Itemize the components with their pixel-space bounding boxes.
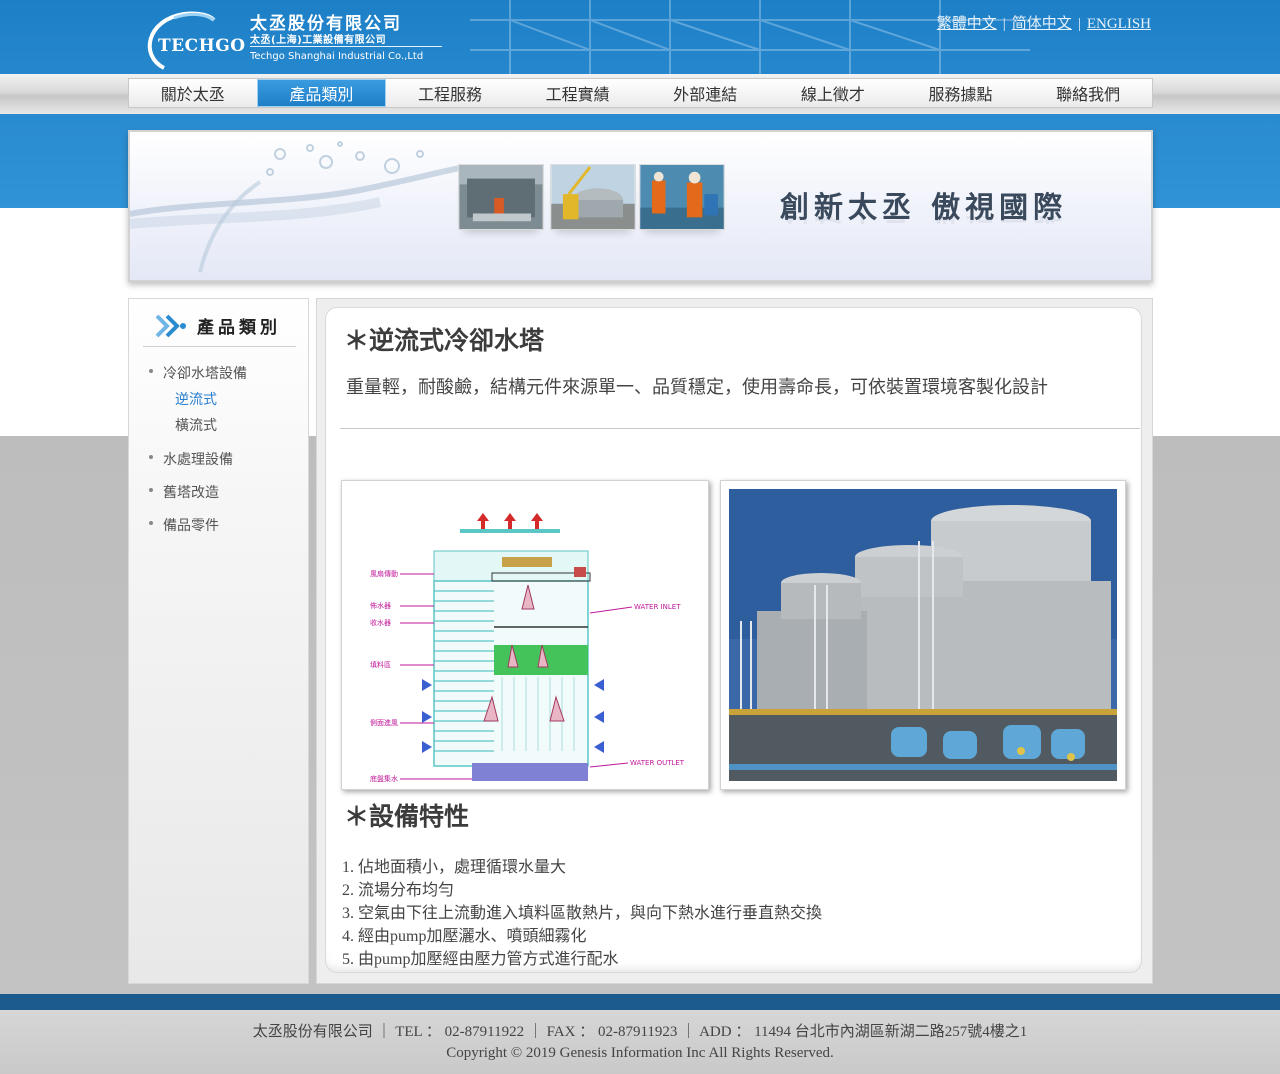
bullet-icon — [149, 521, 153, 525]
bullet-icon — [149, 369, 153, 373]
company-name-en: Techgo Shanghai Industrial Co.,Ltd — [250, 51, 424, 62]
bullet-icon — [149, 488, 153, 492]
lang-traditional-chinese[interactable]: 繁體中文 — [937, 16, 997, 32]
nav-item-engineering-services[interactable]: 工程服務 — [386, 79, 514, 107]
page-title: ＊逆流式冷卻水塔 — [344, 328, 545, 355]
sidebar-title: 產品類別 — [197, 318, 281, 338]
banner-photo-worksite — [458, 164, 544, 230]
product-description: 重量輕，耐酸鹼，結構元件來源單一、品質穩定，使用壽命長，可依裝置環境客製化設計 — [346, 377, 1048, 397]
diagram-label-water-inlet: WATER INLET — [634, 603, 681, 611]
nav-item-about[interactable]: 關於太丞 — [129, 79, 257, 107]
cooling-tower-photo-image — [729, 489, 1117, 781]
company-logo[interactable]: TECHGO 太丞股份有限公司 太丞(上海)工業設備有限公司 Techgo Sh… — [144, 8, 444, 70]
sidebar-subitem-counterflow: 逆流式 — [151, 389, 247, 415]
logo-divider — [250, 46, 442, 47]
lang-separator: | — [1077, 16, 1081, 32]
nav-item-careers[interactable]: 線上徵才 — [769, 79, 897, 107]
diagram-label-basin: 底盤集水 — [370, 774, 398, 783]
sidebar-link-cooling-tower[interactable]: 冷卻水塔設備 — [151, 363, 247, 383]
sidebar-link-spare-parts[interactable]: 備品零件 — [151, 515, 247, 535]
diagram-label-water-outlet: WATER OUTLET — [630, 759, 685, 767]
double-chevron-right-icon — [155, 314, 186, 338]
sidebar-link-water-treatment[interactable]: 水處理設備 — [151, 449, 247, 469]
features-list: 1. 佔地面積小，處理循環水量大 2. 流場分布均勻 3. 空氣由下往上流動進入… — [342, 856, 822, 971]
nav-item-projects[interactable]: 工程實績 — [514, 79, 642, 107]
footer-copyright: Copyright © 2019 Genesis Information Inc… — [446, 1045, 834, 1061]
nav-item-external-links[interactable]: 外部連結 — [642, 79, 770, 107]
sidebar-link-crossflow[interactable]: 橫流式 — [175, 415, 247, 435]
nav-item-products[interactable]: 產品類別 — [256, 79, 387, 107]
footer-contact: 太丞股份有限公司 ｜ TEL ： 02-87911922 ｜ FAX ： 02-… — [252, 1024, 1028, 1040]
sidebar-item-cooling-tower: 冷卻水塔設備 — [149, 363, 247, 389]
feature-item: 4. 經由pump加壓灑水、噴頭細霧化 — [342, 928, 587, 945]
content-panel: ＊逆流式冷卻水塔 重量輕，耐酸鹼，結構元件來源單一、品質穩定，使用壽命長，可依裝… — [325, 307, 1142, 973]
bullet-icon — [149, 455, 153, 459]
diagram-label-distributor: 佈水器 — [370, 601, 391, 610]
feature-item: 3. 空氣由下往上流動進入填料區散熱片，與向下熱水進行垂直熱交換 — [342, 905, 823, 922]
water-splash-graphic — [130, 141, 460, 273]
diagram-label-fan: 風扇傳動 — [370, 569, 398, 578]
sidebar: 產品類別 冷卻水塔設備 逆流式 橫流式 水處理設備 舊塔改造 備品零件 — [128, 298, 309, 984]
diagram-label-fill: 填料區 — [370, 660, 391, 669]
banner-photo-workers — [639, 164, 725, 230]
language-switcher: 繁體中文 | 简体中文 | ENGLISH — [937, 12, 1151, 33]
sidebar-category-list: 冷卻水塔設備 逆流式 橫流式 水處理設備 舊塔改造 備品零件 — [149, 363, 247, 548]
cooling-tower-diagram: 風扇傳動 佈水器 收水器 填料區 側面進風 底盤集水 WATER INLET W… — [341, 480, 709, 790]
feature-item: 5. 由pump加壓經由壓力管方式進行配水 — [342, 951, 619, 968]
sidebar-link-counterflow[interactable]: 逆流式 — [175, 389, 247, 409]
lang-separator: | — [1002, 16, 1006, 32]
sidebar-divider — [143, 346, 296, 347]
main-nav: 關於太丞 產品類別 工程服務 工程實績 外部連結 線上徵才 服務據點 聯絡我們 — [128, 78, 1153, 108]
hero-banner: 創新太丞 傲視國際 創新太丞 傲視國際 — [128, 130, 1153, 282]
sidebar-item-spare-parts: 備品零件 — [149, 515, 247, 548]
banner-photo-crane — [550, 164, 636, 230]
sidebar-item-tower-retrofit: 舊塔改造 — [149, 482, 247, 515]
company-name-cn-sub: 太丞(上海)工業設備有限公司 — [250, 35, 387, 46]
sidebar-item-water-treatment: 水處理設備 — [149, 449, 247, 482]
diagram-figure: 風扇傳動 佈水器 收水器 填料區 側面進風 底盤集水 WATER INLET W… — [370, 513, 685, 783]
nav-item-contact[interactable]: 聯絡我們 — [1024, 79, 1152, 107]
lang-simplified-chinese[interactable]: 简体中文 — [1012, 16, 1072, 32]
logo-text: TECHGO — [158, 36, 246, 56]
banner-slogan-reflection: 創新太丞 傲視國際 — [780, 216, 1067, 232]
sidebar-link-tower-retrofit[interactable]: 舊塔改造 — [151, 482, 247, 502]
sidebar-subitem-crossflow: 橫流式 — [151, 415, 247, 449]
feature-item: 2. 流場分布均勻 — [342, 882, 455, 899]
features-title: ＊設備特性 — [344, 804, 470, 831]
feature-item: 1. 佔地面積小，處理循環水量大 — [342, 859, 567, 876]
cooling-tower-photo — [720, 480, 1126, 790]
lang-english[interactable]: ENGLISH — [1087, 16, 1151, 32]
footer-top-bar — [0, 994, 1280, 1010]
content-divider — [340, 428, 1140, 429]
nav-item-locations[interactable]: 服務據點 — [897, 79, 1025, 107]
diagram-label-louver: 側面進風 — [370, 718, 398, 727]
diagram-label-eliminator: 收水器 — [370, 618, 391, 627]
main-content: ＊逆流式冷卻水塔 重量輕，耐酸鹼，結構元件來源單一、品質穩定，使用壽命長，可依裝… — [316, 298, 1153, 984]
